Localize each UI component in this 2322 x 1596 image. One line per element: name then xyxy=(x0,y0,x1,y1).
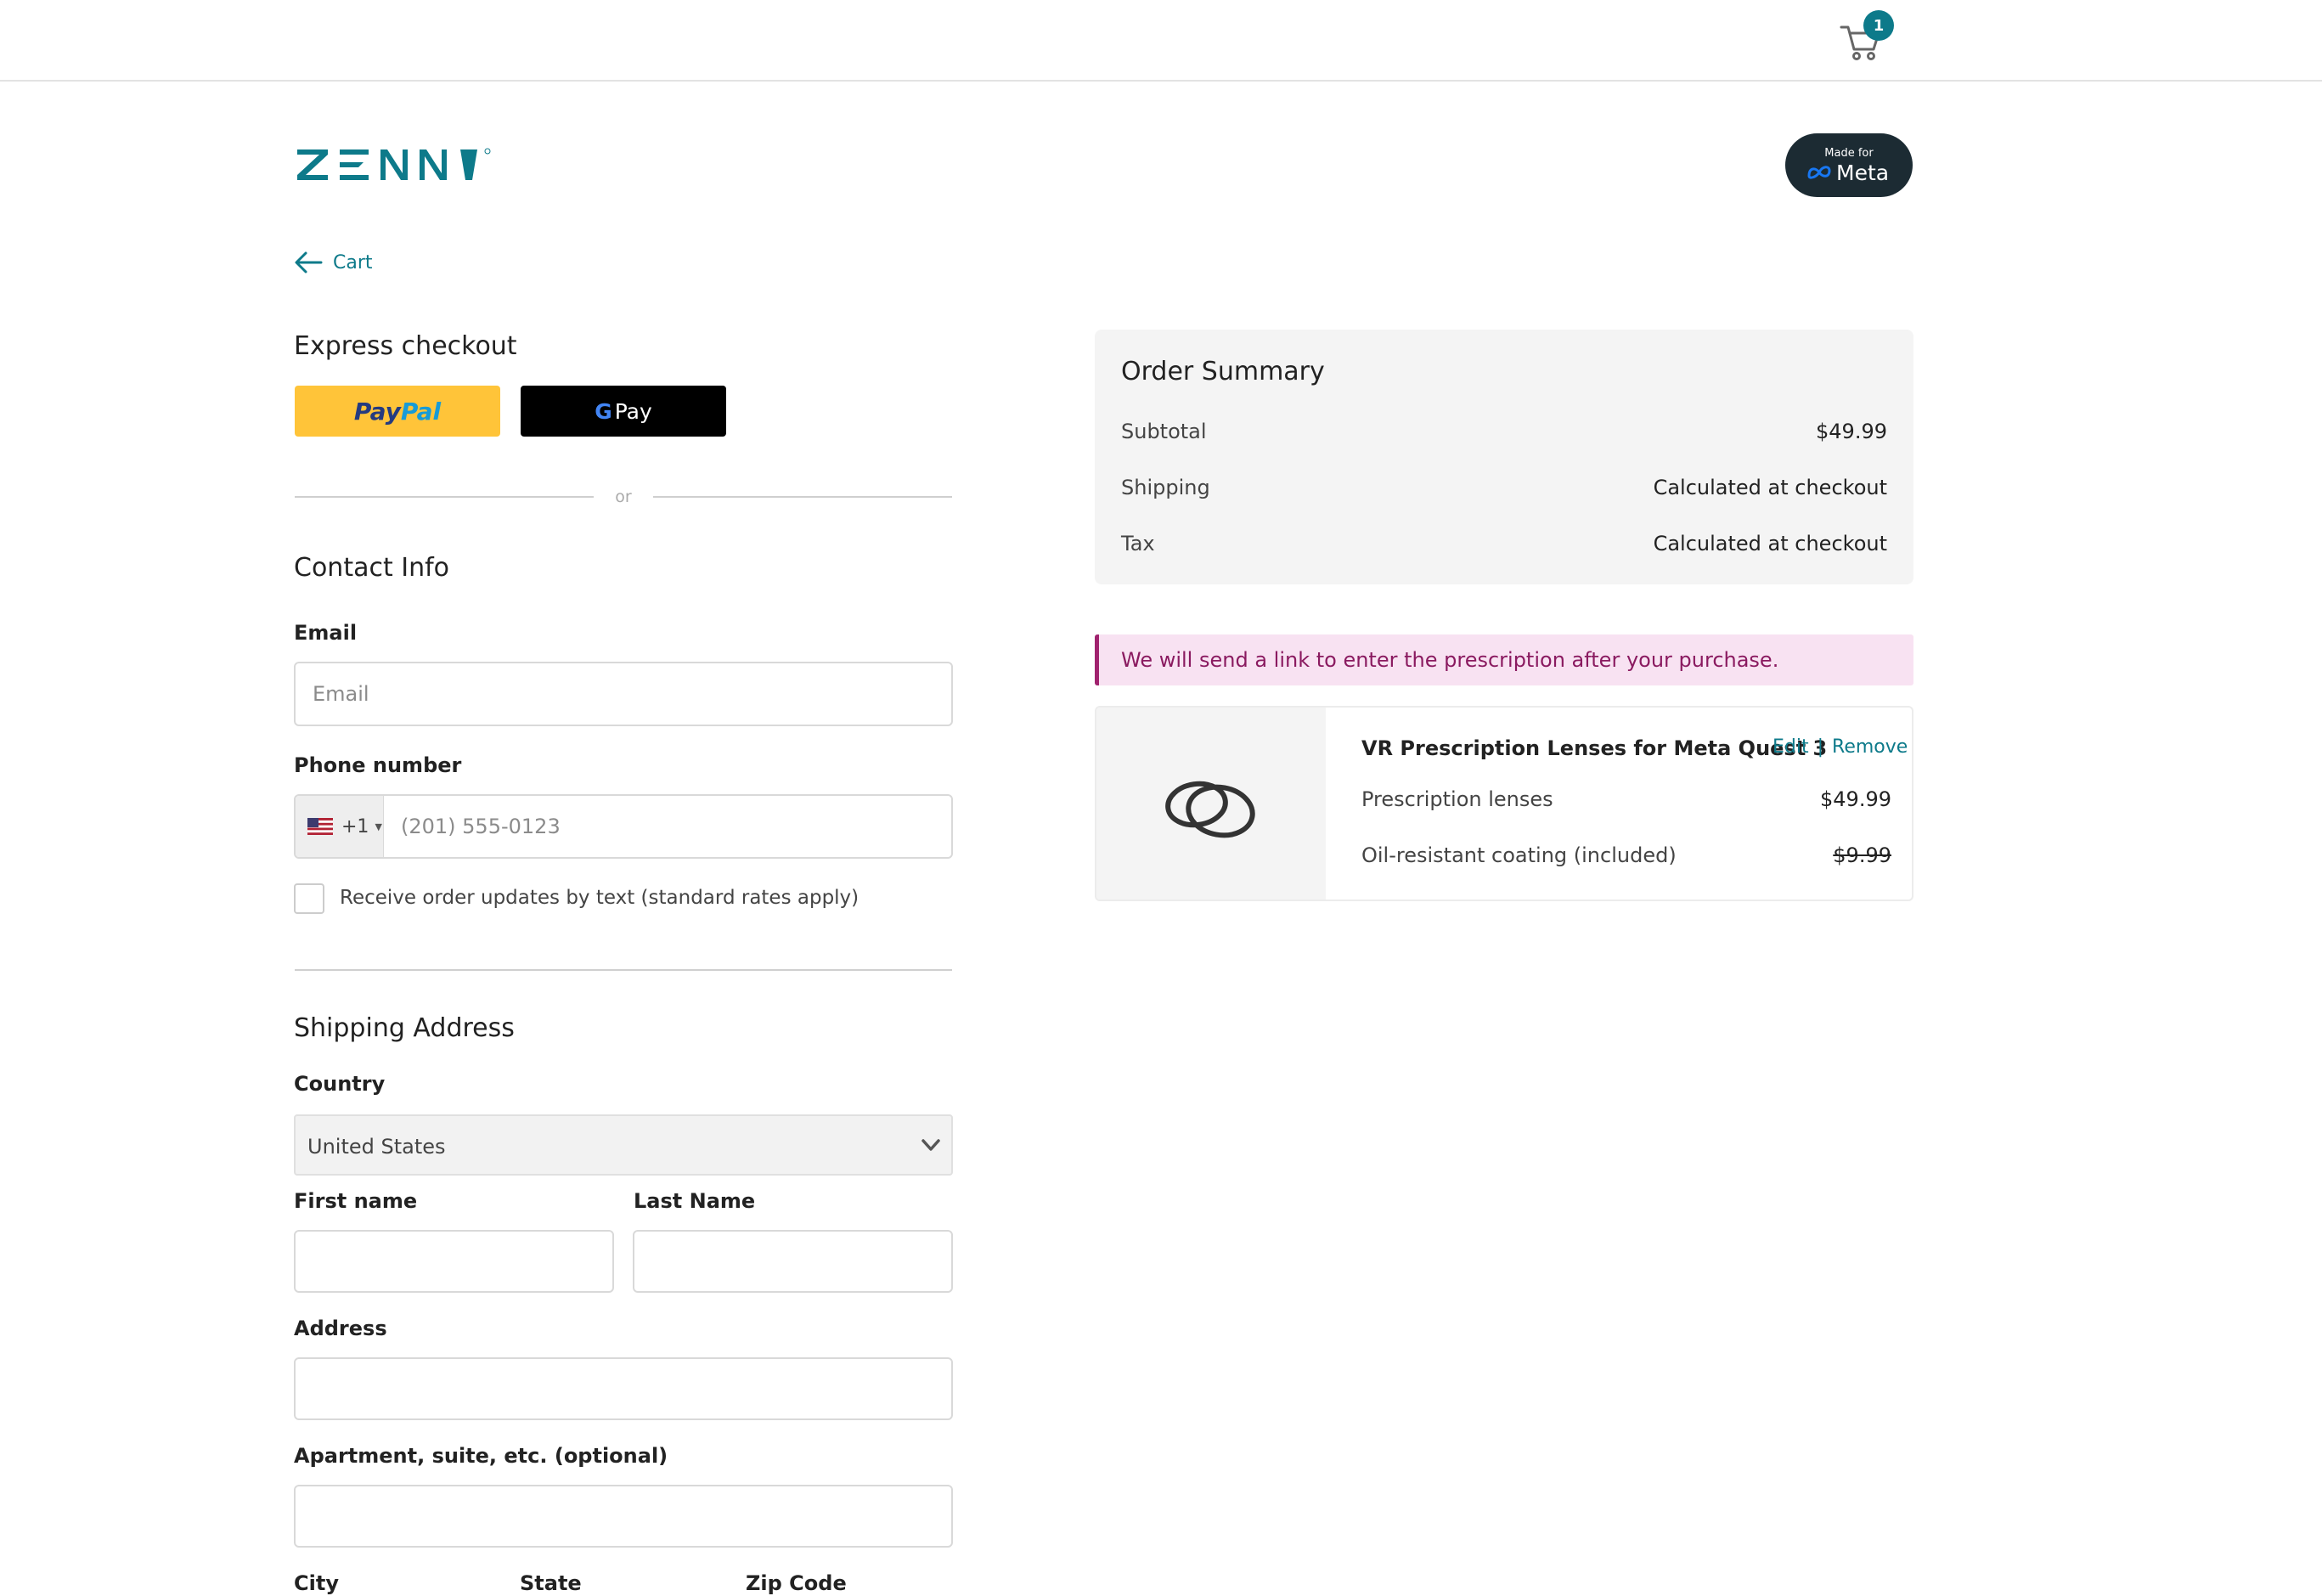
email-field[interactable] xyxy=(296,663,951,725)
country-code-selector[interactable]: +1 ▼ xyxy=(296,796,384,857)
divider-left xyxy=(295,496,594,498)
made-for-text: Made for xyxy=(1824,147,1874,160)
subtotal-label: Subtotal xyxy=(1121,420,1207,443)
google-pay-label: Pay xyxy=(614,398,652,424)
zip-code-label: Zip Code xyxy=(746,1571,847,1595)
shipping-address-title: Shipping Address xyxy=(294,1013,515,1043)
item-title: VR Prescription Lenses for Meta Quest 3 xyxy=(1361,736,1828,760)
phone-label: Phone number xyxy=(294,753,462,777)
made-for-meta-badge: Made for Meta xyxy=(1785,133,1913,197)
shipping-label: Shipping xyxy=(1121,476,1210,499)
contact-info-title: Contact Info xyxy=(294,553,450,583)
chevron-down-icon xyxy=(921,1139,940,1151)
phone-field-wrapper: +1 ▼ xyxy=(294,794,953,859)
item-actions: Edit | Remove xyxy=(1772,736,1908,758)
express-checkout-title: Express checkout xyxy=(294,331,517,361)
back-link-label: Cart xyxy=(333,251,373,274)
last-name-field-wrapper xyxy=(633,1230,953,1293)
email-label: Email xyxy=(294,621,358,645)
zenni-logo-mark xyxy=(297,148,491,180)
us-flag-icon xyxy=(307,818,333,835)
edit-item-link[interactable]: Edit xyxy=(1772,736,1809,758)
actions-separator: | xyxy=(1817,736,1824,758)
country-label: Country xyxy=(294,1072,386,1096)
address-label: Address xyxy=(294,1317,387,1340)
item-thumbnail xyxy=(1096,708,1326,900)
country-select[interactable]: United States xyxy=(294,1114,953,1176)
tax-value: Calculated at checkout xyxy=(1653,532,1887,555)
last-name-field[interactable] xyxy=(634,1232,951,1291)
meta-wordmark: Meta xyxy=(1836,160,1890,185)
subtotal-row: Subtotal $49.99 xyxy=(1121,420,1887,448)
remove-item-link[interactable]: Remove xyxy=(1832,736,1908,758)
meta-logo: Meta xyxy=(1806,160,1890,185)
address-field-wrapper xyxy=(294,1357,953,1420)
paypal-button[interactable]: Pay Pal xyxy=(295,386,500,437)
first-name-field-wrapper xyxy=(294,1230,614,1293)
order-summary-title: Order Summary xyxy=(1121,357,1325,386)
divider-or-text: or xyxy=(615,488,632,506)
section-divider xyxy=(295,969,952,971)
back-to-cart-link[interactable]: Cart xyxy=(294,250,373,275)
item-line-original-price: $9.99 xyxy=(1833,843,1891,867)
item-line-coating: Oil-resistant coating (included) $9.99 xyxy=(1361,843,1891,871)
order-summary-panel: Order Summary Subtotal $49.99 Shipping C… xyxy=(1095,330,1913,584)
last-name-label: Last Name xyxy=(634,1189,756,1213)
lens-icon xyxy=(1165,781,1255,838)
google-pay-button[interactable]: G Pay xyxy=(521,386,726,437)
first-name-field[interactable] xyxy=(296,1232,612,1291)
shipping-value: Calculated at checkout xyxy=(1653,476,1887,499)
divider-right xyxy=(653,496,952,498)
item-line-label: Oil-resistant coating (included) xyxy=(1361,843,1677,867)
address-field[interactable] xyxy=(296,1359,951,1418)
google-g-icon: G xyxy=(595,398,612,424)
country-select-value: United States xyxy=(307,1135,446,1159)
paypal-wordmark-pal: Pal xyxy=(400,397,442,426)
apartment-label: Apartment, suite, etc. (optional) xyxy=(294,1444,668,1468)
country-dial-code: +1 xyxy=(341,815,369,837)
subtotal-value: $49.99 xyxy=(1816,420,1887,443)
cart-count-badge: 1 xyxy=(1863,10,1894,41)
sms-opt-in-label[interactable]: Receive order updates by text (standard … xyxy=(340,887,859,909)
apartment-field[interactable] xyxy=(296,1486,951,1546)
apartment-field-wrapper xyxy=(294,1485,953,1548)
caret-down-icon: ▼ xyxy=(375,821,382,832)
state-label: State xyxy=(520,1571,582,1595)
cart-item-card: VR Prescription Lenses for Meta Quest 3 … xyxy=(1095,706,1913,901)
tax-row: Tax Calculated at checkout xyxy=(1121,532,1887,561)
paypal-wordmark-pay: Pay xyxy=(353,397,401,426)
meta-infinity-icon xyxy=(1807,166,1831,179)
item-line-price: $49.99 xyxy=(1820,787,1891,811)
item-line-label: Prescription lenses xyxy=(1361,787,1553,811)
zenni-logo[interactable] xyxy=(296,144,499,187)
prescription-notice: We will send a link to enter the prescri… xyxy=(1095,634,1913,685)
city-label: City xyxy=(294,1571,339,1595)
email-field-wrapper xyxy=(294,662,953,726)
first-name-label: First name xyxy=(294,1189,418,1213)
top-bar: 1 xyxy=(0,0,2322,82)
tax-label: Tax xyxy=(1121,532,1155,555)
arrow-left-icon xyxy=(295,251,323,274)
prescription-notice-text: We will send a link to enter the prescri… xyxy=(1121,648,1779,672)
sms-opt-in-checkbox[interactable] xyxy=(294,883,324,914)
phone-number-field[interactable] xyxy=(384,796,951,857)
shipping-row: Shipping Calculated at checkout xyxy=(1121,476,1887,505)
item-line-prescription: Prescription lenses $49.99 xyxy=(1361,787,1891,815)
